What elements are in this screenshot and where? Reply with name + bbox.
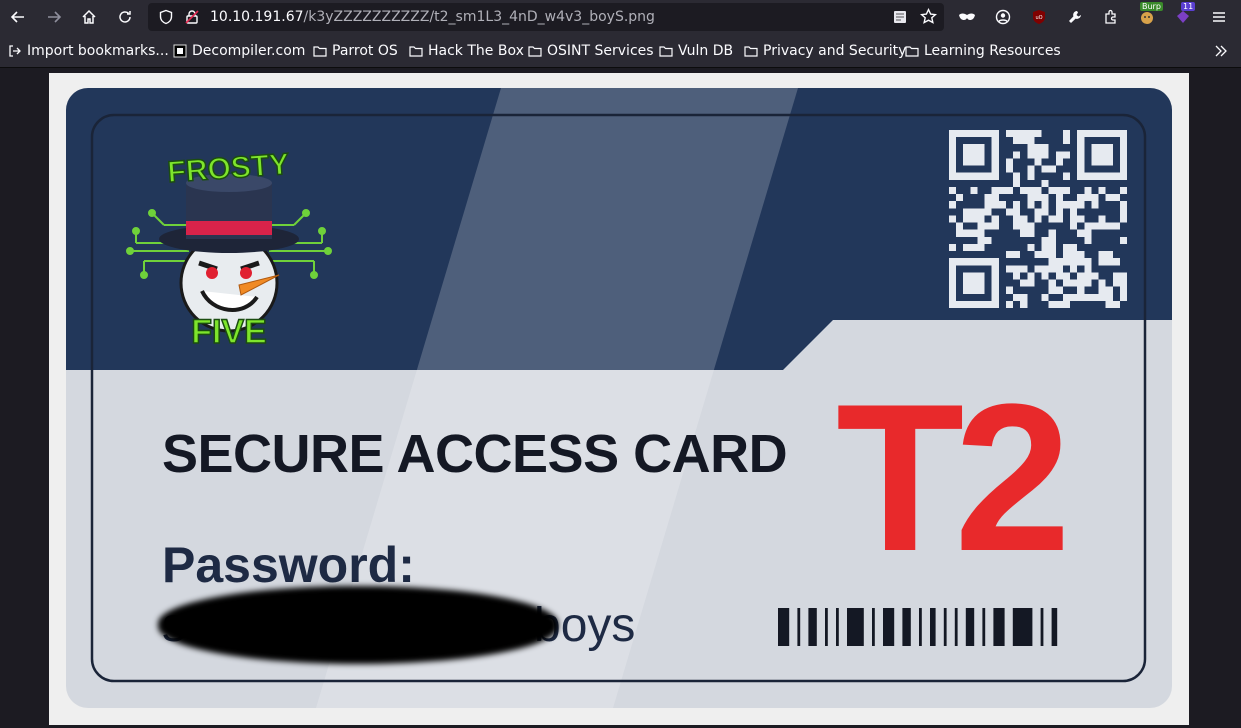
notification-badge: 11 xyxy=(1181,2,1196,11)
insecure-lock-icon[interactable] xyxy=(184,9,200,25)
reload-icon xyxy=(119,11,131,23)
reader-view-icon[interactable] xyxy=(892,9,908,25)
bookmark-folder-privacy[interactable]: Privacy and Security xyxy=(744,42,906,60)
burp-extension-button[interactable]: Burp xyxy=(1134,2,1163,30)
card-title: SECURE ACCESS CARD xyxy=(162,424,788,484)
bookmark-folder-learning[interactable]: Learning Resources xyxy=(905,42,1061,60)
bookmark-label: Hack The Box xyxy=(428,43,524,59)
ublock-icon: uO xyxy=(1033,10,1045,24)
account-icon xyxy=(995,9,1011,25)
burp-badge: Burp xyxy=(1140,2,1163,11)
barcode xyxy=(778,608,1058,646)
bookmark-folder-parrot-os[interactable]: Parrot OS xyxy=(313,42,398,60)
wrench-icon xyxy=(1069,11,1081,23)
bookmark-label: Decompiler.com xyxy=(192,43,306,59)
bookmark-folder-hack-the-box[interactable]: Hack The Box xyxy=(409,42,524,60)
address-bar[interactable]: 10.10.191.67/k3yZZZZZZZZZZ/t2_sm1L3_4nD_… xyxy=(148,3,944,31)
puzzle-icon xyxy=(1105,9,1116,24)
burp-icon xyxy=(1141,12,1153,24)
folder-icon xyxy=(744,46,758,57)
qr-code xyxy=(949,130,1127,308)
bookmark-star-icon[interactable] xyxy=(920,8,937,25)
hamburger-menu-icon xyxy=(1213,12,1225,22)
folder-icon xyxy=(409,46,423,57)
bookmark-label: Vuln DB xyxy=(678,43,734,59)
import-icon xyxy=(9,45,21,57)
bookmarks-toolbar: Import bookmarks... Decompiler.com Parro… xyxy=(0,34,1241,68)
bookmark-label: OSINT Services xyxy=(547,43,654,59)
private-mode-button[interactable] xyxy=(954,4,980,30)
reload-button[interactable] xyxy=(112,4,138,30)
redaction-blot xyxy=(158,586,558,664)
mask-icon xyxy=(959,13,975,20)
card-code: T2 xyxy=(836,360,1071,595)
folder-icon xyxy=(905,46,919,57)
frosty-five-logo: FROSTY FIVE xyxy=(126,147,332,348)
folder-icon xyxy=(528,46,542,57)
home-icon xyxy=(82,9,96,24)
url-text[interactable]: 10.10.191.67/k3yZZZZZZZZZZ/t2_sm1L3_4nD_… xyxy=(210,9,655,25)
notification-extension-button[interactable]: 11 xyxy=(1170,2,1196,30)
gem-icon xyxy=(1177,11,1189,23)
home-button[interactable] xyxy=(76,4,102,30)
page-content: FROSTY FIVE SECURE ACCESS CARD Password:… xyxy=(0,68,1241,728)
back-button[interactable] xyxy=(5,4,31,30)
folder-icon xyxy=(659,46,673,57)
shield-icon[interactable] xyxy=(158,9,174,25)
browser-toolbar: 10.10.191.67/k3yZZZZZZZZZZ/t2_sm1L3_4nD_… xyxy=(0,0,1241,34)
extensions-button[interactable] xyxy=(1098,4,1124,30)
url-host: 10.10.191.67 xyxy=(210,9,304,25)
secure-access-card: FROSTY FIVE SECURE ACCESS CARD Password:… xyxy=(66,88,1172,708)
site-icon xyxy=(173,44,187,58)
menu-button[interactable] xyxy=(1206,4,1232,30)
svg-text:uO: uO xyxy=(1035,15,1042,21)
bookmarks-overflow-button[interactable] xyxy=(1214,42,1228,60)
bookmark-label: Parrot OS xyxy=(332,43,398,59)
url-path: /k3yZZZZZZZZZZ/t2_sm1L3_4nD_w4v3_boyS.pn… xyxy=(303,9,655,25)
bookmark-label: Privacy and Security xyxy=(763,43,907,59)
tools-button[interactable] xyxy=(1062,4,1088,30)
bookmark-decompiler[interactable]: Decompiler.com xyxy=(173,42,305,60)
back-arrow-icon xyxy=(10,11,24,23)
displayed-image: FROSTY FIVE SECURE ACCESS CARD Password:… xyxy=(49,73,1189,725)
bookmark-label: Import bookmarks... xyxy=(27,43,169,59)
folder-icon xyxy=(313,46,327,57)
forward-button[interactable] xyxy=(41,4,67,30)
logo-bottom-text: FIVE xyxy=(191,313,267,348)
bookmark-folder-osint[interactable]: OSINT Services xyxy=(528,42,654,60)
forward-arrow-icon xyxy=(48,11,62,23)
bookmark-import[interactable]: Import bookmarks... xyxy=(8,42,169,60)
ublock-button[interactable]: uO xyxy=(1026,4,1052,30)
bookmark-folder-vuln-db[interactable]: Vuln DB xyxy=(659,42,733,60)
bookmark-label: Learning Resources xyxy=(924,43,1061,59)
double-chevron-right-icon xyxy=(1215,45,1227,57)
account-button[interactable] xyxy=(990,4,1016,30)
